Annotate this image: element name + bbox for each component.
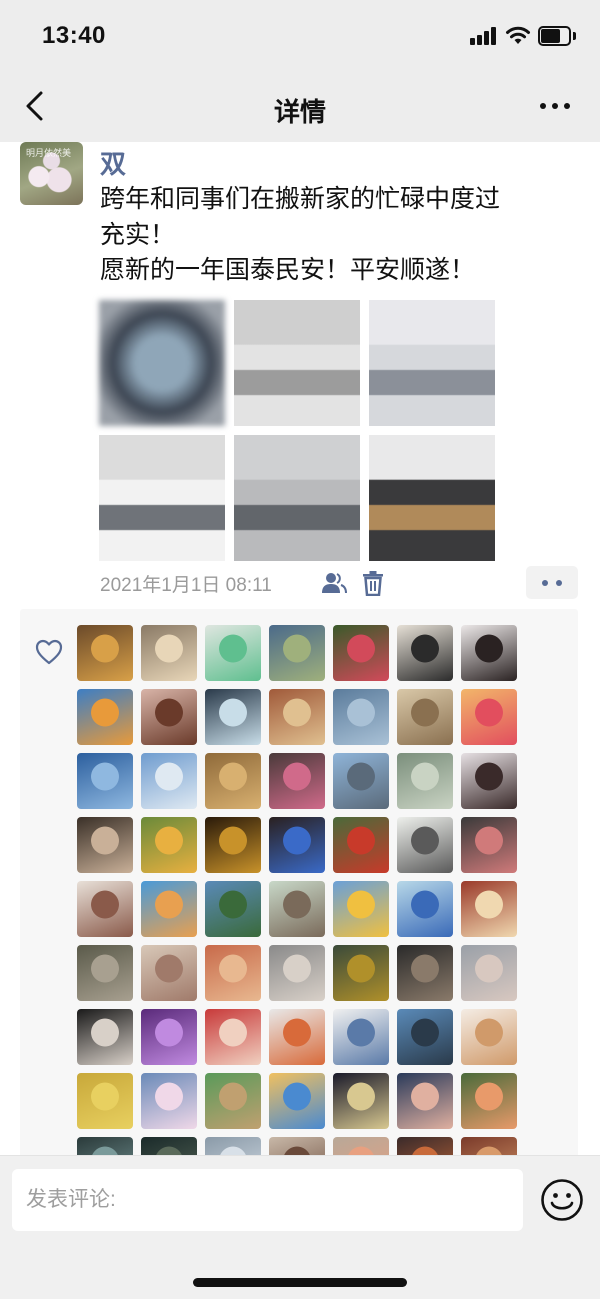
like-avatar[interactable] [461,689,517,745]
like-avatar[interactable] [397,689,453,745]
emoji-icon[interactable] [540,1178,584,1222]
like-avatar[interactable] [205,625,261,681]
like-avatar[interactable] [205,945,261,1001]
like-avatar[interactable] [333,1009,389,1065]
like-avatar[interactable] [397,881,453,937]
post-text-line: 愿新的一年国泰民安！平安顺遂！ [100,256,476,284]
like-avatar[interactable] [269,1073,325,1129]
like-avatar[interactable] [397,1009,453,1065]
like-avatar[interactable] [333,1073,389,1129]
post-photo-office-desks[interactable] [234,435,360,561]
like-avatar[interactable] [141,1009,197,1065]
post-timestamp: 2021年1月1日 08:11 [100,575,272,596]
post-photo-empty-office-floor[interactable] [234,300,360,426]
like-avatar[interactable] [461,1073,517,1129]
like-avatar[interactable] [269,1137,325,1155]
trash-icon[interactable] [362,570,384,596]
like-avatar[interactable] [269,945,325,1001]
like-avatar[interactable] [141,1073,197,1129]
like-avatar[interactable] [269,689,325,745]
like-avatar[interactable] [205,817,261,873]
like-avatar[interactable] [461,881,517,937]
like-avatar[interactable] [77,689,133,745]
like-avatar[interactable] [205,689,261,745]
nav-bar: 详情 [0,72,600,142]
like-avatar[interactable] [397,625,453,681]
like-avatar[interactable] [269,625,325,681]
like-avatar[interactable] [205,1137,261,1155]
likes-panel [20,609,578,1155]
more-icon[interactable] [537,96,573,116]
like-avatar[interactable] [269,881,325,937]
like-avatar[interactable] [205,753,261,809]
like-avatar[interactable] [461,1009,517,1065]
like-avatar[interactable] [77,881,133,937]
wifi-icon [506,26,530,44]
like-avatar[interactable] [461,945,517,1001]
page-title: 详情 [273,97,326,127]
like-avatar[interactable] [205,881,261,937]
like-avatar[interactable] [333,817,389,873]
like-avatar[interactable] [269,1009,325,1065]
more-dots-icon[interactable] [526,566,578,599]
post-text: 跨年和同事们在搬新家的忙碌中度过 充实！ 愿新的一年国泰民安！平安顺遂！ [100,182,580,289]
like-avatar[interactable] [269,753,325,809]
post-detail: 明月依然美 双 跨年和同事们在搬新家的忙碌中度过 充实！ 愿新的一年国泰民安！平… [0,142,600,1155]
post-text-line: 充实！ [100,220,176,249]
post-photo-office-ceiling-lights[interactable] [369,300,495,426]
like-avatar[interactable] [141,817,197,873]
like-avatar[interactable] [333,625,389,681]
author-avatar[interactable]: 明月依然美 [20,142,83,205]
post-photo-office-wood-desk[interactable] [369,435,495,561]
like-avatar[interactable] [77,1009,133,1065]
like-avatar[interactable] [77,945,133,1001]
people-icon[interactable] [321,571,347,595]
home-indicator[interactable] [193,1278,407,1287]
like-avatar[interactable] [269,817,325,873]
like-avatar[interactable] [461,1137,517,1155]
like-avatar[interactable] [205,1009,261,1065]
like-avatar[interactable] [397,945,453,1001]
like-avatar[interactable] [77,817,133,873]
signal-icon [470,27,498,45]
like-avatar[interactable] [141,625,197,681]
like-avatar[interactable] [141,753,197,809]
like-avatar[interactable] [205,1073,261,1129]
post-photo-office-column[interactable] [99,435,225,561]
like-avatar[interactable] [397,753,453,809]
like-avatar[interactable] [77,625,133,681]
like-avatar[interactable] [141,689,197,745]
like-avatar[interactable] [141,1137,197,1155]
like-avatar[interactable] [397,817,453,873]
like-avatar[interactable] [397,1137,453,1155]
like-avatar[interactable] [333,689,389,745]
like-avatar[interactable] [333,881,389,937]
post-photo-blurred-photo[interactable] [99,300,225,426]
like-avatar[interactable] [461,817,517,873]
like-avatar[interactable] [77,753,133,809]
like-avatar[interactable] [461,625,517,681]
like-avatar[interactable] [141,881,197,937]
post-text-line: 跨年和同事们在搬新家的忙碌中度过 [100,185,501,213]
like-avatar[interactable] [141,945,197,1001]
like-avatar[interactable] [397,1073,453,1129]
like-avatar[interactable] [77,1137,133,1155]
like-avatar[interactable] [77,1073,133,1129]
status-time: 13:40 [42,22,106,49]
photo-grid [99,300,495,562]
like-avatar[interactable] [461,753,517,809]
heart-icon [35,639,63,665]
avatar-watermark: 明月依然美 [26,148,72,158]
author-name[interactable]: 双 [100,144,126,181]
like-avatar[interactable] [333,1137,389,1155]
comment-bar [0,1155,600,1299]
like-avatar[interactable] [333,945,389,1001]
status-bar: 13:40 [0,0,600,72]
comment-input[interactable] [12,1169,523,1231]
battery-icon [538,26,576,46]
like-avatar[interactable] [333,753,389,809]
